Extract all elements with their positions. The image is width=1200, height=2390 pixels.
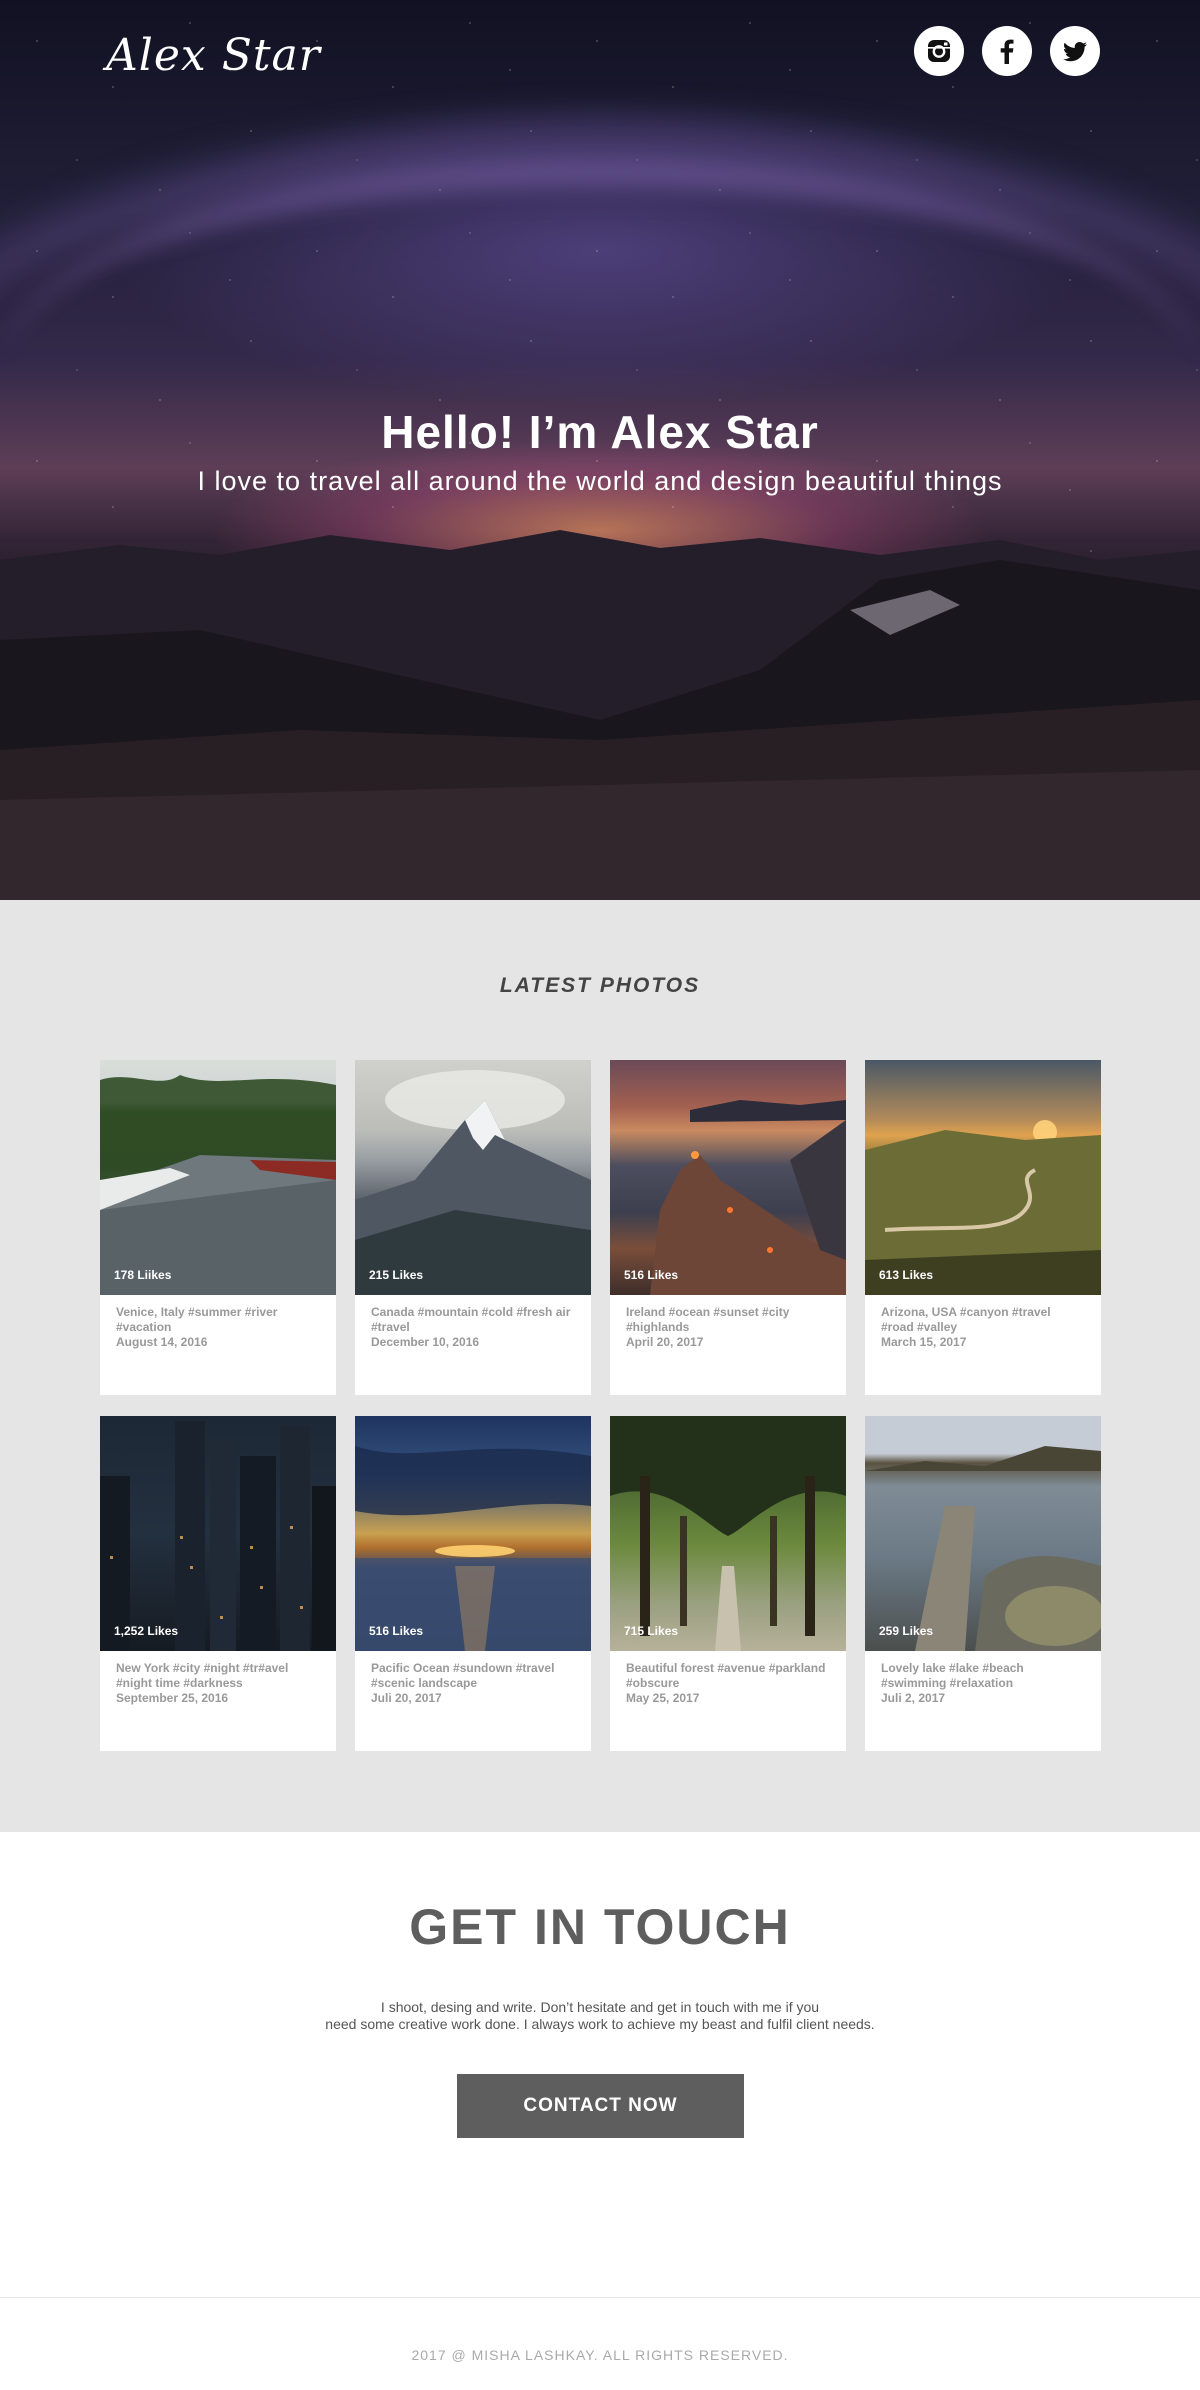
instagram-link[interactable]	[914, 26, 964, 76]
likes-count: 259 Likes	[879, 1624, 934, 1638]
likes-count: 1,252 Likes	[114, 1624, 179, 1638]
touch-text-line: I shoot, desing and write. Don’t hesitat…	[380, 1999, 820, 2015]
photo-card[interactable]: 715 Likes Beautiful forest #avenue #park…	[610, 1416, 846, 1751]
photo-date: December 10, 2016	[371, 1335, 480, 1349]
photo-tags: Arizona, USA #canyon #travel	[881, 1305, 1051, 1319]
hero-title: Hello! I’m Alex Star	[381, 406, 819, 458]
hero-section: Alex Star Hello! I’m Alex Star I love to…	[0, 0, 1200, 900]
photo-tags: Canada #mountain #cold #fresh air	[371, 1305, 571, 1319]
get-in-touch-title: GET IN TOUCH	[409, 1899, 791, 1955]
facebook-link[interactable]	[982, 26, 1032, 76]
photo-date: May 25, 2017	[626, 1691, 700, 1705]
photo-tags: Ireland #ocean #sunset #city	[626, 1305, 790, 1319]
footer-divider	[0, 2297, 1200, 2298]
photo-tags: New York #city #night #tr#avel	[116, 1661, 289, 1675]
social-links	[914, 26, 1100, 76]
likes-count: 516 Likes	[624, 1268, 679, 1282]
photo-card[interactable]: 1,252 Likes New York #city #night #tr#av…	[100, 1416, 336, 1751]
photo-art	[100, 1075, 336, 1295]
photo-date: September 25, 2016	[116, 1691, 229, 1705]
photo-art	[610, 1416, 846, 1651]
photo-caption: New York #city #night #tr#avel #night ti…	[100, 1651, 336, 1706]
touch-text-line: need some creative work done. I always w…	[325, 2016, 875, 2032]
get-in-touch-text: I shoot, desing and write. Don’t hesitat…	[250, 1999, 950, 2033]
photo-arizona[interactable]: 613 Likes	[865, 1060, 1101, 1295]
photo-tags: #swimming #relaxation	[881, 1676, 1014, 1690]
contact-now-button[interactable]: CONTACT NOW	[457, 2074, 744, 2138]
photo-art	[650, 1100, 846, 1295]
section-title: LATEST PHOTOS	[499, 974, 701, 997]
photo-caption: Canada #mountain #cold #fresh air #trave…	[355, 1295, 591, 1350]
photo-tags: Beautiful forest #avenue #parkland	[626, 1661, 826, 1675]
photo-tags: Pacific Ocean #sundown #travel	[371, 1661, 555, 1675]
photo-caption: Pacific Ocean #sundown #travel #scenic l…	[355, 1651, 591, 1706]
latest-photos-section: LATEST PHOTOS 178 Liikes Venice, Italy #…	[0, 900, 1200, 1832]
likes-count: 178 Liikes	[114, 1268, 172, 1282]
photo-caption: Venice, Italy #summer #river #vacation A…	[100, 1295, 336, 1350]
photo-caption: Ireland #ocean #sunset #city #highlands …	[610, 1295, 846, 1350]
photo-date: Juli 2, 2017	[881, 1691, 946, 1705]
photo-new-york[interactable]: 1,252 Likes	[100, 1416, 336, 1651]
photo-ireland[interactable]: 516 Likes	[610, 1060, 846, 1295]
site-logo[interactable]: Alex Star	[106, 30, 321, 81]
photo-card[interactable]: 259 Likes Lovely lake #lake #beach #swim…	[865, 1416, 1101, 1751]
photo-art	[100, 1421, 336, 1651]
photo-lake[interactable]: 259 Likes	[865, 1416, 1101, 1651]
photo-tags: #obscure	[626, 1676, 680, 1690]
instagram-icon	[928, 40, 950, 62]
likes-count: 516 Likes	[369, 1624, 424, 1638]
footer-copyright: 2017 @ MISHA LASHKAY. ALL RIGHTS RESERVE…	[411, 2347, 789, 2363]
likes-count: 715 Likes	[624, 1624, 679, 1638]
photo-tags: #travel	[371, 1320, 410, 1334]
photo-tags: #scenic landscape	[371, 1676, 478, 1690]
likes-count: 613 Likes	[879, 1268, 934, 1282]
photo-canada[interactable]: 215 Likes	[355, 1060, 591, 1295]
photo-art	[355, 1446, 591, 1651]
photo-tags: #night time #darkness	[116, 1676, 243, 1690]
photo-art	[865, 1446, 1101, 1651]
hero-subtitle: I love to travel all around the world an…	[197, 466, 1003, 496]
photo-caption: Arizona, USA #canyon #travel #road #vall…	[865, 1295, 1101, 1350]
twitter-link[interactable]	[1050, 26, 1100, 76]
photo-date: April 20, 2017	[626, 1335, 704, 1349]
photo-pacific[interactable]: 516 Likes	[355, 1416, 591, 1651]
photo-grid: 178 Liikes Venice, Italy #summer #river …	[100, 1060, 1101, 1751]
photo-caption: Lovely lake #lake #beach #swimming #rela…	[865, 1651, 1101, 1706]
photo-tags: #highlands	[626, 1320, 690, 1334]
photo-art	[355, 1070, 591, 1295]
photo-caption: Beautiful forest #avenue #parkland #obsc…	[610, 1651, 846, 1706]
twitter-icon	[1063, 42, 1087, 62]
likes-count: 215 Likes	[369, 1268, 424, 1282]
photo-card[interactable]: 613 Likes Arizona, USA #canyon #travel #…	[865, 1060, 1101, 1395]
photo-card[interactable]: 516 Likes Ireland #ocean #sunset #city #…	[610, 1060, 846, 1395]
photo-card[interactable]: 215 Likes Canada #mountain #cold #fresh …	[355, 1060, 591, 1395]
photo-tags: #road #valley	[881, 1320, 958, 1334]
photo-forest[interactable]: 715 Likes	[610, 1416, 846, 1651]
photo-date: August 14, 2016	[116, 1335, 208, 1349]
photo-date: Juli 20, 2017	[371, 1691, 442, 1705]
facebook-icon	[1000, 39, 1014, 64]
photo-date: March 15, 2017	[881, 1335, 967, 1349]
photo-art	[865, 1120, 1101, 1295]
photo-venice[interactable]: 178 Liikes	[100, 1060, 336, 1295]
photo-tags: Lovely lake #lake #beach	[881, 1661, 1024, 1675]
photo-tags: #vacation	[116, 1320, 172, 1334]
photo-card[interactable]: 178 Liikes Venice, Italy #summer #river …	[100, 1060, 336, 1395]
photo-tags: Venice, Italy #summer #river	[116, 1305, 278, 1319]
photo-card[interactable]: 516 Likes Pacific Ocean #sundown #travel…	[355, 1416, 591, 1751]
